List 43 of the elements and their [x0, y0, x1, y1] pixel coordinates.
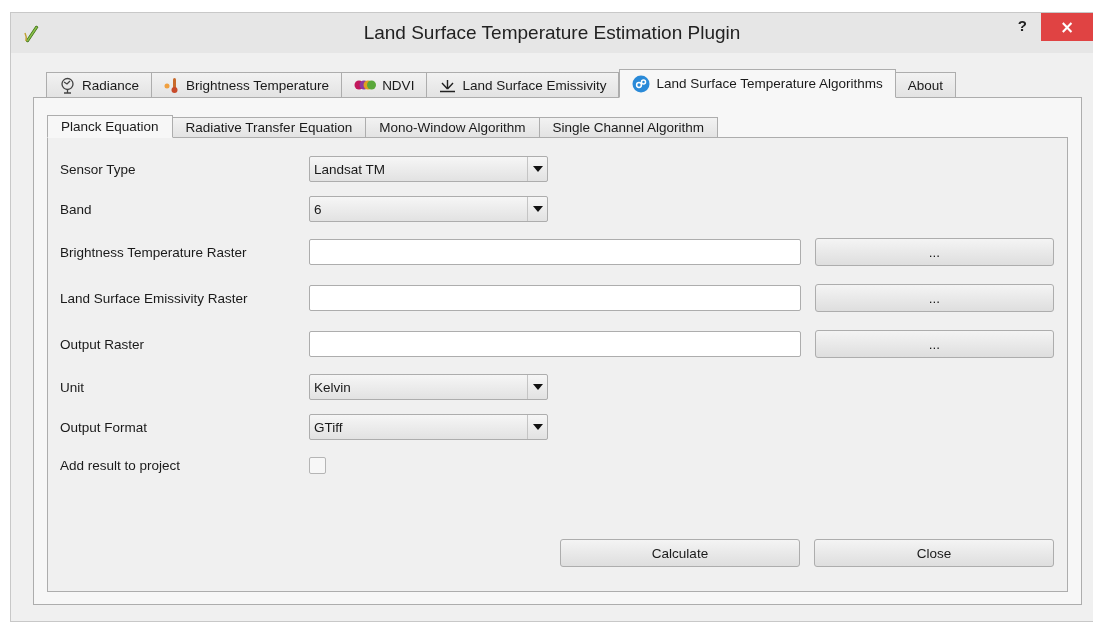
- close-button[interactable]: ×: [1041, 13, 1093, 41]
- browse-button[interactable]: ...: [814, 330, 1054, 358]
- browse-button[interactable]: ...: [814, 284, 1054, 312]
- pencil-icon: [23, 23, 39, 43]
- field-label: Output Raster: [60, 336, 146, 352]
- dialog-button[interactable]: Calculate: [560, 539, 800, 567]
- dropdown-arrow-icon: [532, 424, 543, 430]
- globe-icon: [59, 76, 76, 94]
- tab[interactable]: Mono-Window Algorithm: [366, 117, 540, 138]
- field-label: Output Format: [60, 419, 149, 435]
- dropdown[interactable]: 6: [309, 196, 548, 222]
- window-title: Land Surface Temperature Estimation Plugin: [363, 22, 741, 43]
- dropdown-arrow-icon: [532, 384, 543, 390]
- browse-button[interactable]: ...: [814, 238, 1054, 266]
- input-field[interactable]: [309, 285, 801, 311]
- dropdown[interactable]: Kelvin: [309, 374, 548, 400]
- input-field[interactable]: [309, 331, 801, 357]
- input-field[interactable]: [309, 239, 801, 265]
- field-label: Unit: [60, 379, 85, 395]
- emission-icon: [439, 77, 457, 93]
- tab[interactable]: Single Channel Algorithm: [539, 117, 719, 138]
- tab[interactable]: About: [895, 72, 957, 98]
- field-label: Sensor Type: [60, 161, 137, 177]
- dropdown[interactable]: GTiff: [309, 414, 548, 440]
- field-label: Brightness Temperature Raster: [60, 244, 248, 260]
- tab[interactable]: Land Surface Temperature Algorithms: [619, 69, 896, 98]
- help-button[interactable]: ?: [1011, 15, 1033, 36]
- link-circle-icon: [632, 74, 651, 93]
- tab[interactable]: Planck Equation: [47, 115, 173, 138]
- field-label: Land Surface Emissivity Raster: [60, 290, 249, 306]
- color-dots-icon: [354, 79, 377, 91]
- tab[interactable]: Radiance: [46, 72, 153, 98]
- dialog-button[interactable]: Close: [814, 539, 1054, 567]
- tab[interactable]: NDVI: [342, 72, 428, 98]
- dropdown-arrow-icon: [532, 166, 543, 172]
- field-label: Add result to project: [60, 457, 182, 473]
- tab[interactable]: Land Surface Emissivity: [427, 72, 620, 98]
- field-label: Band: [60, 201, 93, 217]
- dropdown-arrow-icon: [532, 206, 543, 212]
- tab[interactable]: Radiative Transfer Equation: [172, 117, 367, 138]
- dropdown[interactable]: Landsat TM: [309, 156, 548, 182]
- checkbox[interactable]: [309, 456, 326, 474]
- tab[interactable]: Brightness Temperature: [152, 72, 343, 98]
